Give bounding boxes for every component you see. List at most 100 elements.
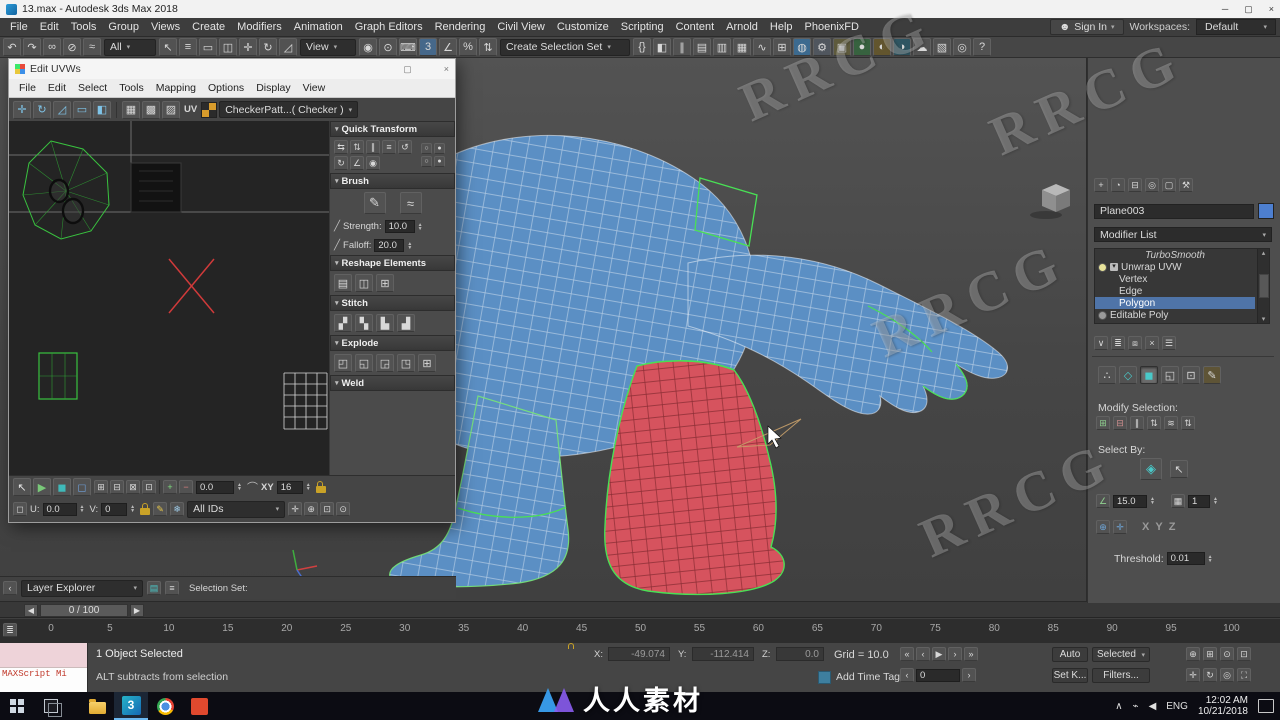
grow-selection-icon[interactable]: ⊞ [1096, 416, 1110, 430]
paint-brush-icon[interactable]: ✎ [363, 192, 386, 214]
uv-grid-1-icon[interactable]: ⊞ [94, 480, 108, 494]
chrome-button[interactable] [148, 692, 182, 720]
selection-filter-dropdown[interactable]: All ▾ [104, 38, 156, 56]
rollout-quick-transform[interactable]: ▾ Quick Transform [330, 121, 455, 137]
modifier-list-dropdown[interactable]: Modifier List ▾ [1094, 227, 1272, 242]
u-field[interactable]: 0.0 [42, 502, 77, 516]
back-arrow-icon[interactable]: ‹ [3, 581, 17, 595]
frame-forward-button[interactable]: ▶ [130, 604, 144, 617]
menu-item[interactable]: Arnold [720, 19, 764, 35]
expand-arrow-icon[interactable]: ▾ [1110, 263, 1118, 271]
uvw-menu-item[interactable]: View [297, 81, 332, 95]
uv-scale-icon[interactable]: ◿ [53, 100, 71, 119]
select-by-cube-icon[interactable]: ◈ [1140, 458, 1162, 480]
menu-item[interactable]: PhoenixFD [799, 19, 865, 35]
orbit-icon[interactable]: ↻ [1203, 668, 1217, 682]
stack-item-unwrap-uvw[interactable]: ▾ Unwrap UVW [1095, 261, 1255, 273]
select-by-pointer-icon[interactable]: ↖ [1170, 460, 1188, 478]
group-spinner[interactable]: ▲ ▼ [1213, 497, 1220, 506]
qt-align-horizontal-icon[interactable]: ⇆ [334, 140, 348, 154]
render-iterative-icon[interactable]: ◐ [873, 38, 891, 56]
uv-rotate-icon[interactable]: ↻ [33, 100, 51, 119]
network-icon[interactable]: ⌁ [1133, 701, 1139, 712]
go-to-end-button[interactable]: » [964, 647, 978, 661]
checker-thumbnail-icon[interactable] [201, 101, 218, 118]
render-production-icon[interactable]: ● [853, 38, 871, 56]
pin-stack-icon[interactable]: ∨ [1094, 336, 1108, 350]
explode-by-face-icon[interactable]: ◲ [376, 354, 394, 372]
lock-icon[interactable] [315, 481, 326, 493]
show-map-icon[interactable]: ▦ [122, 100, 140, 119]
activeshade-icon[interactable]: ◑ [893, 38, 911, 56]
uvw-element-icon[interactable]: ◱ [1161, 366, 1179, 384]
motion-tab-icon[interactable]: ◎ [1145, 178, 1159, 192]
axis-toggle[interactable]: X [1142, 521, 1149, 533]
planar-angle-field[interactable]: 15.0 [1113, 494, 1147, 508]
menu-item[interactable]: Create [186, 19, 231, 35]
stitch-average-icon[interactable]: ▚ [355, 314, 373, 332]
menu-item[interactable]: Help [764, 19, 799, 35]
rollout-stitch[interactable]: ▾ Stitch [330, 295, 455, 311]
rollout-reshape-elements[interactable]: ▾ Reshape Elements [330, 255, 455, 271]
arnold-render-icon[interactable]: ◎ [953, 38, 971, 56]
isolate-selection-icon[interactable]: ◎ [1220, 668, 1234, 682]
time-slider[interactable]: ◀ 0 / 100 ▶ [0, 601, 1280, 618]
workspaces-dropdown[interactable]: Default ▾ [1196, 19, 1276, 35]
menu-item[interactable]: File [4, 19, 34, 35]
menu-item[interactable]: Content [670, 19, 721, 35]
clock[interactable]: 12:02 AM 10/21/2018 [1198, 695, 1248, 717]
grid-size-field[interactable]: 16 [276, 480, 303, 494]
angle-spinner[interactable]: ▲ ▼ [1150, 497, 1157, 506]
stack-item-turbosmooth[interactable]: TurboSmooth [1095, 249, 1255, 261]
y-coord-field[interactable]: -112.414 [692, 647, 754, 661]
stack-item-editable-poly[interactable]: Editable Poly [1095, 309, 1255, 321]
use-pivot-point-center-icon[interactable]: ◉ [359, 38, 377, 56]
menu-item[interactable]: Rendering [429, 19, 492, 35]
menu-item[interactable]: Graph Editors [349, 19, 429, 35]
reference-coordinate-dropdown[interactable]: View ▾ [300, 38, 356, 56]
play-button[interactable]: ▶ [932, 647, 946, 661]
menu-item[interactable]: Civil View [491, 19, 550, 35]
hierarchy-tab-icon[interactable]: ⊟ [1128, 178, 1142, 192]
stitch-target-icon[interactable]: ▟ [397, 314, 415, 332]
uvw-maximize-button[interactable]: ▢ [403, 64, 412, 75]
object-name-field[interactable]: Plane003 [1094, 203, 1254, 219]
task-view-button[interactable] [34, 692, 68, 720]
schematic-view-icon[interactable]: ⊞ [773, 38, 791, 56]
stack-item-vertex[interactable]: Vertex [1095, 273, 1255, 285]
uvw-menu-item[interactable]: Select [72, 81, 113, 95]
toggle-layer-explorer-icon[interactable]: ▥ [713, 38, 731, 56]
qt-snap-center-icon[interactable]: ◉ [366, 156, 380, 170]
relax-brush-icon[interactable]: ≈ [399, 192, 422, 214]
keyboard-shortcut-override-icon[interactable]: ⌨ [399, 38, 417, 56]
select-and-link-icon[interactable]: ∞ [43, 38, 61, 56]
uvw-dialog-titlebar[interactable]: Edit UVWs ▢ × [9, 59, 455, 79]
uvw-menu-item[interactable]: Display [250, 81, 296, 95]
freeze-icon[interactable]: ❄ [170, 502, 185, 516]
object-color-swatch[interactable] [1258, 203, 1274, 219]
go-to-start-button[interactable]: « [900, 647, 914, 661]
minimize-button[interactable]: ─ [1222, 4, 1228, 15]
v-spinner[interactable]: ▲ ▼ [130, 505, 137, 514]
percent-snap-icon[interactable]: % [459, 38, 477, 56]
display-tab-icon[interactable]: ▢ [1162, 178, 1176, 192]
remove-modifier-icon[interactable]: × [1145, 336, 1159, 350]
current-frame-field[interactable]: 0 [916, 668, 960, 682]
uv-pan-icon[interactable]: ✛ [288, 502, 303, 516]
select-loop-icon[interactable]: ≋ [1164, 416, 1178, 430]
previous-frame-button[interactable]: ‹ [916, 647, 930, 661]
explode-by-edge-icon[interactable]: ◱ [355, 354, 373, 372]
stack-scrollbar[interactable]: ▴ ▾ [1257, 249, 1269, 323]
auto-key-button[interactable]: Auto [1052, 647, 1088, 662]
uvw-menu-item[interactable]: Edit [42, 81, 72, 95]
qt-option-4-icon[interactable]: ● [434, 156, 445, 167]
checker-pattern-dropdown[interactable]: CheckerPatt...( Checker ) ▾ [219, 101, 359, 118]
uv-grid-4-icon[interactable]: ⊡ [142, 480, 156, 494]
file-explorer-button[interactable] [80, 692, 114, 720]
uv-cube-icon[interactable]: ◻ [73, 478, 91, 496]
add-time-tag[interactable]: Add Time Tag [836, 671, 900, 683]
falloff-spinner[interactable]: ▲ ▼ [407, 241, 414, 250]
mirror-icon[interactable]: ◧ [653, 38, 671, 56]
planar-group-field[interactable]: 1 [1188, 494, 1210, 508]
stitch-source-icon[interactable]: ▙ [376, 314, 394, 332]
